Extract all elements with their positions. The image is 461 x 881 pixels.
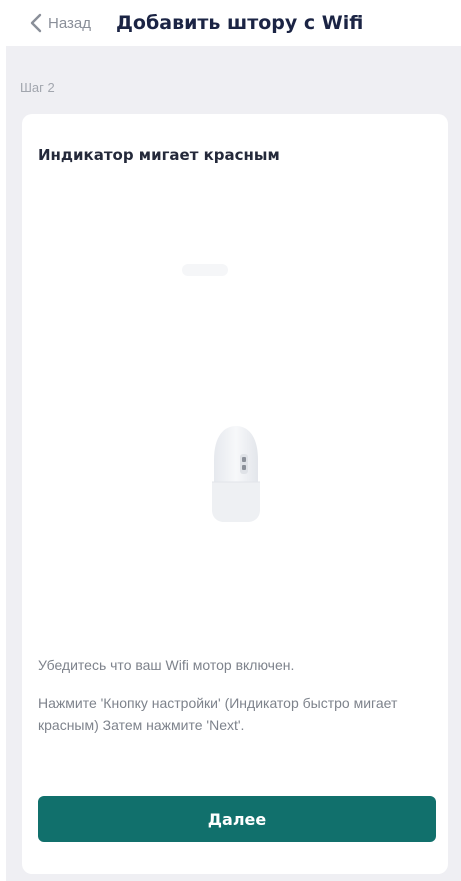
led-glow-indicator [182,264,228,276]
content-area: Шаг 2 Индикатор мигает красным Убедитесь… [6,46,461,881]
next-button[interactable]: Далее [38,796,436,842]
instruction-text: Убедитесь что ваш Wifi мотор включен. [38,657,295,673]
instruction-text: Нажмите 'Кнопку настройки' (Индикатор бы… [38,695,398,733]
instructions: Убедитесь что ваш Wifi мотор включен. На… [38,654,438,736]
page-title: Добавить штору с Wifi [116,12,364,34]
instruction-card: Индикатор мигает красным Убедитесь что в… [22,114,448,874]
card-title: Индикатор мигает красным [38,146,280,164]
back-label: Назад [48,14,91,32]
wifi-motor-device-icon [204,424,268,528]
step-label: Шаг 2 [20,80,55,95]
chevron-left-icon [30,13,42,33]
nav-header: Назад Добавить штору с Wifi [0,0,461,46]
back-button[interactable]: Назад [30,10,91,36]
